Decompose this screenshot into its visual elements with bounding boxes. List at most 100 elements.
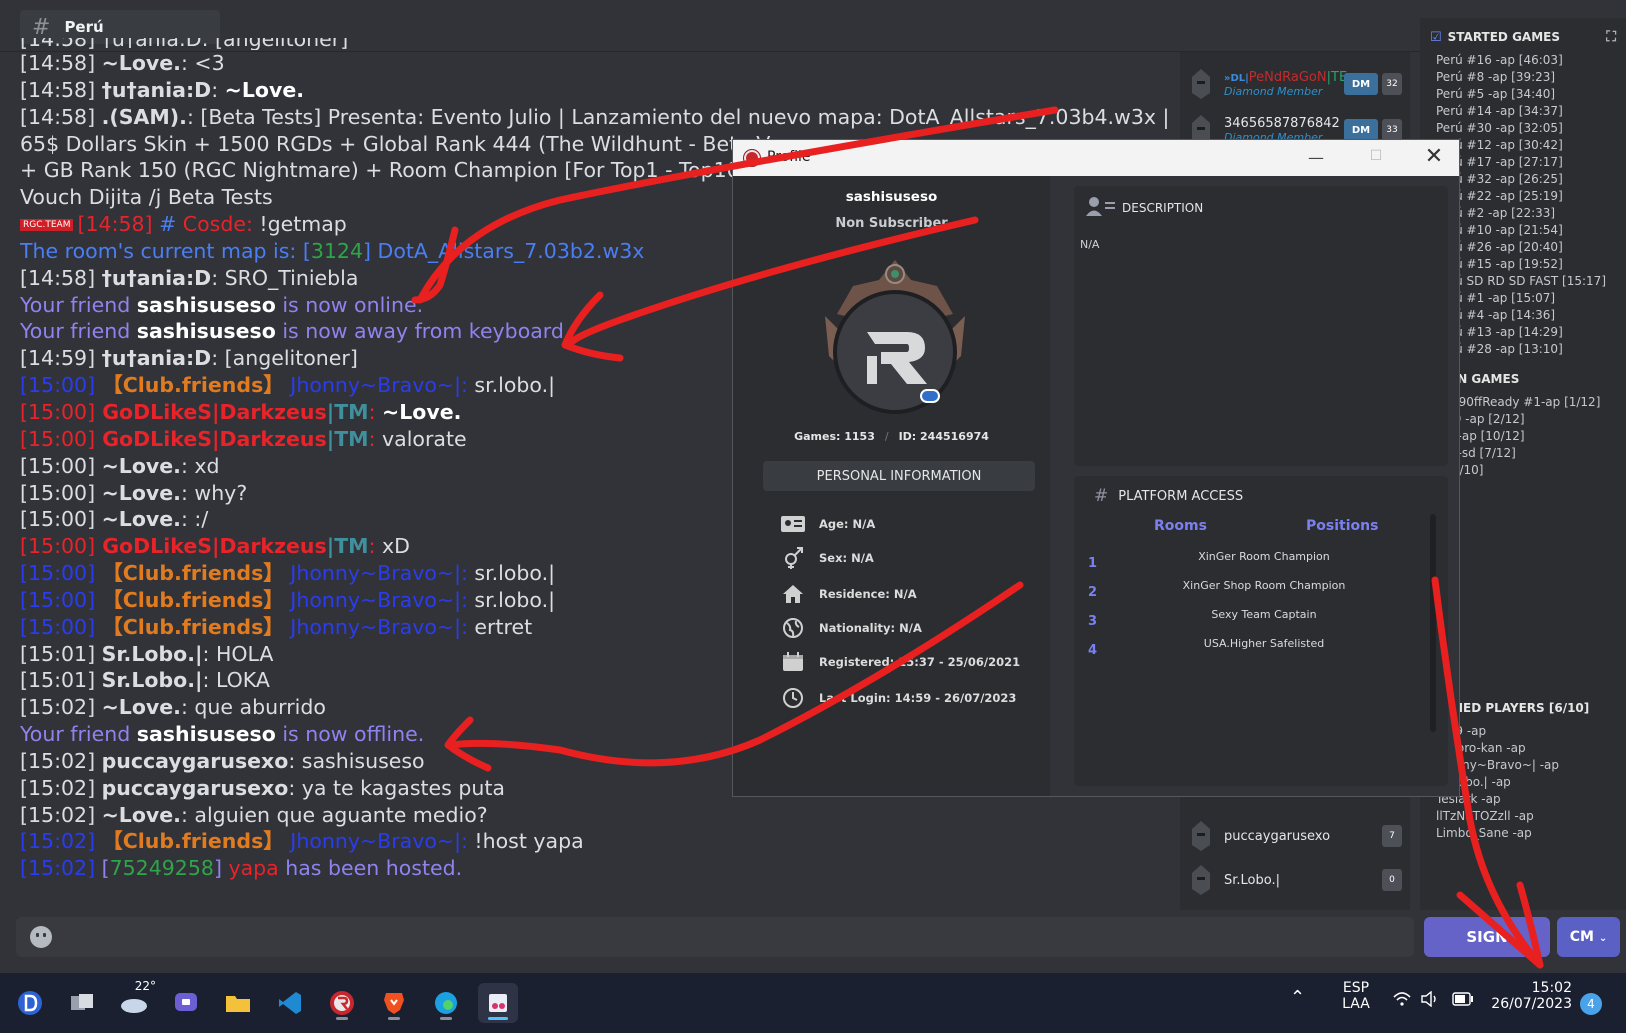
id-card-icon: [779, 513, 807, 535]
weather-icon[interactable]: 22°: [114, 979, 156, 1023]
profile-window: Profile — ☐ ✕ sashisuseso Non Subscriber…: [732, 139, 1460, 797]
window-titlebar[interactable]: Profile — ☐ ✕: [733, 140, 1459, 176]
sign-button[interactable]: SIGN: [1424, 917, 1550, 957]
started-game-item[interactable]: Perú #5 -ap [34:40]: [1436, 86, 1626, 103]
app-logo-icon: [744, 150, 760, 166]
personal-info-header: PERSONAL INFORMATION: [763, 461, 1035, 491]
open-game-item[interactable]: #29 -ap [2/12]: [1436, 411, 1626, 428]
info-residence: Residence: N/A: [779, 580, 917, 608]
clock-icon: [779, 687, 807, 709]
maximize-icon[interactable]: ☐: [1361, 148, 1391, 168]
helmet-avatar-icon: [1192, 69, 1210, 99]
vscode-icon[interactable]: [270, 983, 310, 1023]
helmet-avatar-icon: [1192, 821, 1210, 851]
dm-button[interactable]: DM: [1344, 119, 1378, 141]
table-row: XinGer Room Champion: [1198, 550, 1330, 563]
notification-badge[interactable]: 4: [1580, 993, 1602, 1015]
started-game-item[interactable]: Perú #14 -ap [34:37]: [1436, 103, 1626, 120]
message-input[interactable]: [16, 917, 1414, 957]
col-positions: Positions: [1306, 518, 1379, 534]
table-row: XinGer Shop Room Champion: [1182, 579, 1346, 592]
profile-username: sashisuseso: [845, 189, 938, 205]
chevron-up-icon[interactable]: ⌃: [1290, 987, 1305, 1008]
brave-browser-icon[interactable]: [374, 983, 414, 1023]
info-registered: Registered: 15:37 - 25/06/2021: [779, 648, 1020, 676]
chat-line: [15:02] [75249258] yapa has been hosted.: [20, 856, 463, 881]
started-game-item[interactable]: Perú #30 -ap [32:05]: [1436, 120, 1626, 137]
chat-line: [14:58] ~Love.: <3: [20, 51, 225, 75]
speaker-icon[interactable]: [1420, 990, 1440, 1011]
signed-player-item[interactable]: Jhonny~Bravo~| -ap: [1436, 757, 1626, 774]
edge-browser-icon[interactable]: [426, 983, 466, 1023]
table-row-number: 2: [1088, 585, 1098, 600]
close-icon[interactable]: ✕: [1419, 144, 1449, 172]
started-game-item[interactable]: Perú #16 -ap [46:03]: [1436, 52, 1626, 69]
expand-icon[interactable]: ⛶: [1606, 29, 1616, 45]
started-games-header: ☑ STARTED GAMES ⛶: [1430, 29, 1616, 45]
started-game-item[interactable]: Perú #32 -ap [26:25]: [1436, 171, 1626, 188]
clock[interactable]: 15:02 26/07/2023: [1482, 980, 1572, 1012]
table-row-number: 1: [1088, 556, 1098, 571]
table-row-number: 3: [1088, 614, 1098, 629]
minimize-icon[interactable]: —: [1301, 148, 1331, 168]
chat-line: [14:58] †u†ania:D: ~Love.: [20, 77, 305, 102]
language-indicator[interactable]: ESP LAA: [1336, 980, 1376, 1012]
chat-app-icon[interactable]: [166, 983, 206, 1023]
signed-player-item[interactable]: llTzNaTOZzll -ap: [1436, 808, 1626, 825]
profile-stats: Games: 1153/ID: 244516974: [794, 430, 989, 443]
rgc-team-badge: RGC.TEAM: [20, 219, 74, 232]
started-game-item[interactable]: Perú #22 -ap [25:19]: [1436, 188, 1626, 205]
info-age: Age: N/A: [779, 510, 875, 538]
member-count-badge: 0: [1382, 869, 1402, 891]
battery-icon[interactable]: [1452, 992, 1474, 1010]
started-game-item[interactable]: Perú #4 -ap [14:36]: [1436, 307, 1626, 324]
signed-player-item[interactable]: Teslark -ap: [1436, 791, 1626, 808]
open-game-item[interactable]: #3 -ap [10/12]: [1436, 428, 1626, 445]
profile-left-column: sashisuseso Non Subscriber Games: 1153/I…: [733, 176, 1050, 796]
hash-icon: #: [1094, 486, 1109, 506]
started-game-item[interactable]: Perú #2 -ap [22:33]: [1436, 205, 1626, 222]
scrollbar[interactable]: [1430, 514, 1436, 732]
signed-player-item[interactable]: Tox9 -ap: [1436, 723, 1626, 740]
open-game-item[interactable]: a [0/10]: [1436, 462, 1626, 479]
snipping-tool-icon[interactable]: [478, 983, 518, 1023]
description-text: N/A: [1080, 238, 1100, 251]
info-last-login: Last Login: 14:59 - 26/07/2023: [779, 684, 1016, 712]
info-nationality: Nationality: N/A: [779, 614, 922, 642]
open-game-item[interactable]: 01e90ffReady #1-ap [1/12]: [1436, 394, 1626, 411]
member-item[interactable]: »DL|PeNdRaGoN|TE Diamond Member DM 32: [1180, 62, 1410, 106]
member-item[interactable]: puccaygarusexo 7: [1180, 814, 1410, 858]
started-game-item[interactable]: Perú #26 -ap [20:40]: [1436, 239, 1626, 256]
channel-name: Perú: [64, 18, 104, 36]
cm-dropdown-button[interactable]: CM ⌄: [1557, 917, 1620, 957]
folder-icon[interactable]: [218, 983, 258, 1023]
platform-access-title: PLATFORM ACCESS: [1118, 488, 1244, 504]
signed-player-item[interactable]: Limbo_Sane -ap: [1436, 825, 1626, 842]
open-game-item[interactable]: #6 -sd [7/12]: [1436, 445, 1626, 462]
gender-icon: [779, 547, 807, 569]
started-game-item[interactable]: Perú SD RD SD FAST [15:17]: [1436, 273, 1626, 290]
rgc-app-icon[interactable]: [322, 983, 362, 1023]
dm-button[interactable]: DM: [1344, 73, 1378, 95]
user-list-icon: [1086, 196, 1116, 219]
started-game-item[interactable]: Perú #1 -ap [15:07]: [1436, 290, 1626, 307]
started-game-item[interactable]: Perú #17 -ap [27:17]: [1436, 154, 1626, 171]
started-game-item[interactable]: Perú #13 -ap [14:29]: [1436, 324, 1626, 341]
started-game-item[interactable]: Perú #8 -ap [39:23]: [1436, 69, 1626, 86]
member-item[interactable]: Sr.Lobo.| 0: [1180, 858, 1410, 902]
emoji-icon[interactable]: [30, 926, 52, 948]
started-game-item[interactable]: Perú #15 -ap [19:52]: [1436, 256, 1626, 273]
wifi-icon[interactable]: [1392, 991, 1412, 1011]
description-title: DESCRIPTION: [1122, 200, 1204, 215]
globe-icon: [779, 617, 807, 639]
signed-player-item[interactable]: Sr.Lobo.| -ap: [1436, 774, 1626, 791]
task-view-icon[interactable]: [62, 983, 102, 1023]
member-count-badge: 7: [1382, 825, 1402, 847]
signed-player-item[interactable]: dilcoro-kan -ap: [1436, 740, 1626, 757]
taskbar-app-icon[interactable]: [10, 983, 50, 1023]
platform-access-box: # PLATFORM ACCESS Rooms Positions 1 XinGe…: [1074, 476, 1448, 786]
started-game-item[interactable]: Perú #28 -ap [13:10]: [1436, 341, 1626, 358]
hash-icon: #: [32, 14, 51, 40]
started-game-item[interactable]: Perú #10 -ap [21:54]: [1436, 222, 1626, 239]
started-game-item[interactable]: Perú #12 -ap [30:42]: [1436, 137, 1626, 154]
